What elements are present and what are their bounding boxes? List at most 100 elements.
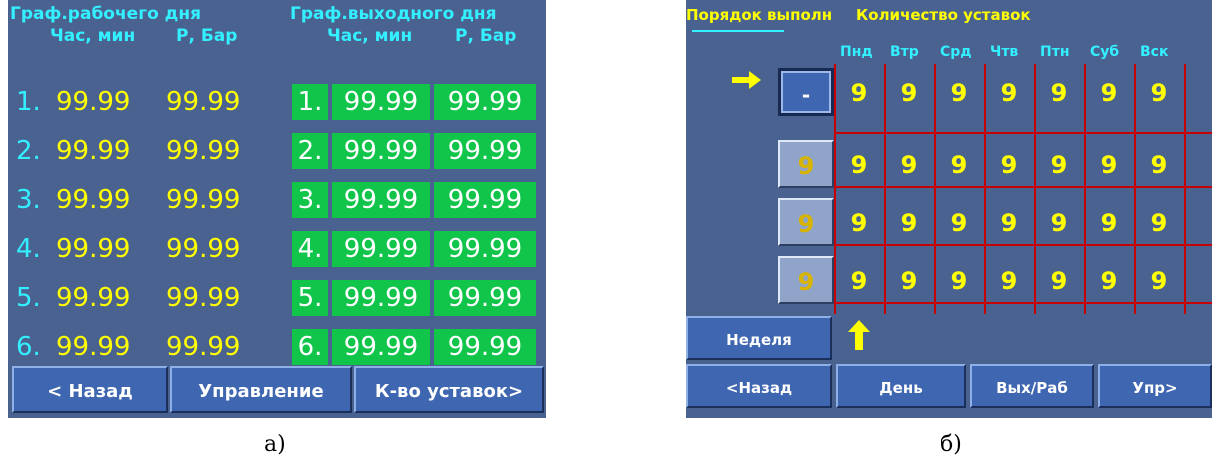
row-index: 4. [16,234,41,264]
work-time-value[interactable]: 99.99 [56,84,130,120]
setpoint-count-cell[interactable]: 9 [1084,140,1134,190]
setpoint-count-cell[interactable]: 9 [984,68,1034,118]
off-time-value[interactable]: 99.99 [332,231,430,267]
work-time-value[interactable]: 99.99 [56,280,130,316]
week-button[interactable]: Неделя [686,316,832,360]
grid-line [984,64,986,314]
setpoint-count-cell[interactable]: 9 [1134,140,1184,190]
row-index: 3. [16,185,41,215]
grid-line [1184,64,1186,314]
day-button[interactable]: День [836,364,966,408]
header-offday: Граф.выходного дня [290,4,497,24]
off-pressure-value[interactable]: 99.99 [434,231,536,267]
back-button[interactable]: < Назад [12,366,168,413]
grid-line [834,244,1212,246]
off-time-value[interactable]: 99.99 [332,84,430,120]
schedule-row: 3. 99.99 99.99 3. 99.99 99.99 [8,182,546,226]
work-pressure-value[interactable]: 99.99 [166,280,240,316]
setpoint-count-cell[interactable]: 9 [934,140,984,190]
setpoint-count-cell[interactable]: 9 [984,198,1034,248]
grid-line [834,302,1212,304]
control-button[interactable]: Управление [170,366,352,413]
setpoint-count-cell[interactable]: 9 [1034,256,1084,306]
order-cell[interactable]: 9 [778,256,834,304]
setpoint-count-cell[interactable]: 9 [884,68,934,118]
day-header: Чтв [990,44,1019,60]
setpoint-count-cell[interactable]: 9 [834,256,884,306]
setpoint-count-cell[interactable]: 9 [1084,68,1134,118]
header-setpoint-count: Количество уставок [856,6,1031,24]
work-time-value[interactable]: 99.99 [56,133,130,169]
off-pressure-value[interactable]: 99.99 [434,182,536,218]
off-pressure-value[interactable]: 99.99 [434,329,536,365]
grid-line [934,64,936,314]
setpoint-count-cell[interactable]: 9 [834,68,884,118]
setpoint-count-cell[interactable]: 9 [934,198,984,248]
setpoint-count-cell[interactable]: 9 [934,256,984,306]
workday-schedule-panel: Граф.рабочего дня Граф.выходного дня Час… [8,0,546,418]
setpoint-count-cell[interactable]: 9 [1084,256,1134,306]
work-pressure-value[interactable]: 99.99 [166,329,240,365]
day-header: Вск [1140,44,1169,60]
off-work-button[interactable]: Вых/Раб [970,364,1094,408]
work-time-value[interactable]: 99.99 [56,329,130,365]
work-pressure-value[interactable]: 99.99 [166,231,240,267]
back-button-b[interactable]: <Назад [686,364,832,408]
control-button-b[interactable]: Упр> [1098,364,1212,408]
schedule-row: 2. 99.99 99.99 2. 99.99 99.99 [8,133,546,177]
col-time-off: Час, мин [327,26,413,46]
work-pressure-value[interactable]: 99.99 [166,133,240,169]
grid-line [834,186,1212,188]
work-time-value[interactable]: 99.99 [56,182,130,218]
order-cell[interactable]: - [778,68,834,116]
off-time-value[interactable]: 99.99 [332,280,430,316]
col-pressure-work: Р, Бар [176,26,238,46]
setpoint-count-cell[interactable]: 9 [884,256,934,306]
setpoint-count-cell[interactable]: 9 [834,198,884,248]
off-row-index: 5. [292,280,328,316]
off-pressure-value[interactable]: 99.99 [434,84,536,120]
off-pressure-value[interactable]: 99.99 [434,133,536,169]
col-time-work: Час, мин [50,26,136,46]
work-pressure-value[interactable]: 99.99 [166,84,240,120]
row-index: 6. [16,332,41,362]
grid-line [834,64,836,314]
setpoint-count-cell[interactable]: 9 [834,140,884,190]
order-cell[interactable]: 9 [778,198,834,246]
schedule-row: 4. 99.99 99.99 4. 99.99 99.99 [8,231,546,275]
off-row-index: 4. [292,231,328,267]
caption-b: б) [940,432,962,457]
off-time-value[interactable]: 99.99 [332,182,430,218]
setpoint-count-cell[interactable]: 9 [1134,198,1184,248]
header-underline [692,30,784,32]
grid-line [884,64,886,314]
day-header: Птн [1040,44,1070,60]
setpoint-count-cell[interactable]: 9 [1084,198,1134,248]
off-row-index: 3. [292,182,328,218]
setpoint-count-cell[interactable]: 9 [1034,198,1084,248]
grid-line [1134,64,1136,314]
header-workday: Граф.рабочего дня [10,4,202,24]
setpoint-count-cell[interactable]: 9 [1034,140,1084,190]
setpoint-count-cell[interactable]: 9 [884,198,934,248]
setpoint-count-cell[interactable]: 9 [1134,68,1184,118]
off-time-value[interactable]: 99.99 [332,133,430,169]
off-pressure-value[interactable]: 99.99 [434,280,536,316]
setpoint-count-cell[interactable]: 9 [1034,68,1084,118]
off-row-index: 1. [292,84,328,120]
header-order: Порядок выполн [686,6,833,24]
day-header: Пнд [840,44,873,60]
setpoint-count-cell[interactable]: 9 [984,256,1034,306]
setpoint-count-cell[interactable]: 9 [1134,256,1184,306]
setpoint-count-cell[interactable]: 9 [884,140,934,190]
schedule-row: 1. 99.99 99.99 1. 99.99 99.99 [8,84,546,128]
setpoints-count-button[interactable]: К-во уставок> [354,366,544,413]
work-time-value[interactable]: 99.99 [56,231,130,267]
work-pressure-value[interactable]: 99.99 [166,182,240,218]
setpoint-count-cell[interactable]: 9 [934,68,984,118]
order-cell[interactable]: 9 [778,140,834,188]
off-time-value[interactable]: 99.99 [332,329,430,365]
setpoint-count-cell[interactable]: 9 [984,140,1034,190]
off-row-index: 6. [292,329,328,365]
caption-a: а) [264,432,286,457]
